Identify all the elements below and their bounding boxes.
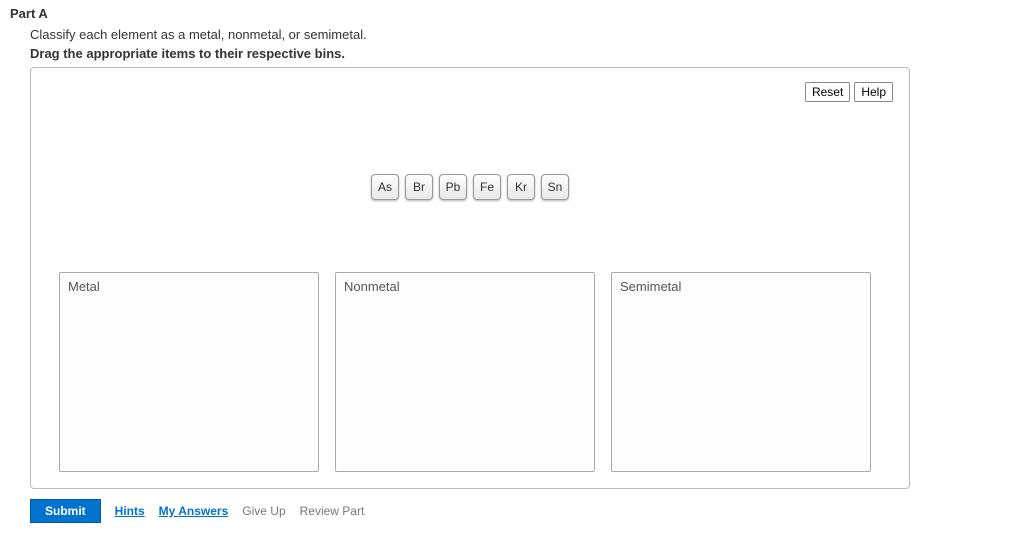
bin-metal[interactable]: Metal [59,272,319,472]
bottom-action-bar: Submit Hints My Answers Give Up Review P… [30,499,1014,523]
element-tile-as[interactable]: As [371,174,399,200]
instruction-text: Classify each element as a metal, nonmet… [30,27,1014,42]
bin-container: Metal Nonmetal Semimetal [47,272,893,472]
give-up-link[interactable]: Give Up [242,504,285,518]
top-button-bar: Reset Help [47,82,893,102]
help-button[interactable]: Help [854,82,893,102]
review-part-link[interactable]: Review Part [300,504,365,518]
submit-button[interactable]: Submit [30,499,101,523]
activity-area: Reset Help As Br Pb Fe Kr Sn Metal Nonme… [30,67,910,489]
bin-label: Nonmetal [344,279,400,294]
draggable-tile-row: As Br Pb Fe Kr Sn [47,174,893,200]
element-tile-fe[interactable]: Fe [473,174,501,200]
element-tile-br[interactable]: Br [405,174,433,200]
hints-link[interactable]: Hints [115,504,145,518]
element-tile-pb[interactable]: Pb [439,174,467,200]
bin-semimetal[interactable]: Semimetal [611,272,871,472]
element-tile-kr[interactable]: Kr [507,174,535,200]
bin-label: Semimetal [620,279,681,294]
reset-button[interactable]: Reset [805,82,850,102]
part-label: Part A [10,6,1014,21]
bin-label: Metal [68,279,100,294]
my-answers-link[interactable]: My Answers [159,504,229,518]
bin-nonmetal[interactable]: Nonmetal [335,272,595,472]
element-tile-sn[interactable]: Sn [541,174,569,200]
drag-instruction: Drag the appropriate items to their resp… [30,46,1014,61]
